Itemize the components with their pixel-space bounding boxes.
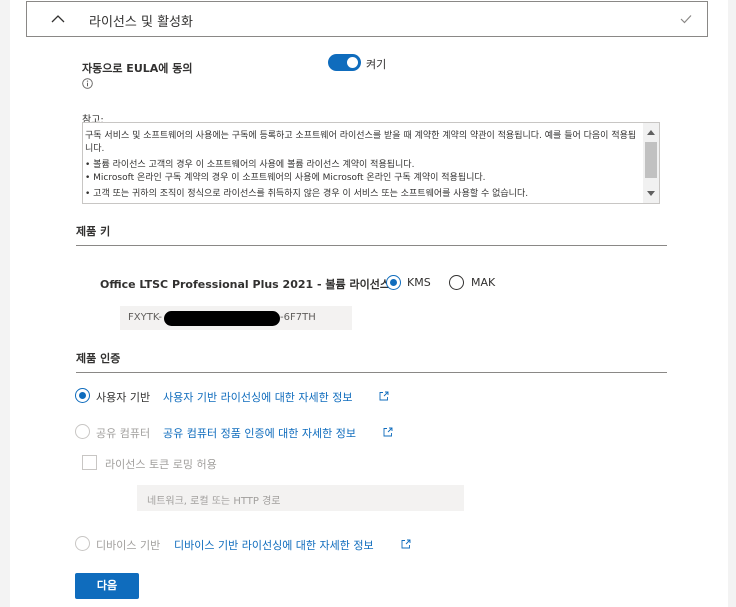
license-path-placeholder: 네트워크, 로컬 또는 HTTP 경로 <box>147 496 281 507</box>
product-name: Office LTSC Professional Plus 2021 - 볼륨 … <box>100 278 390 291</box>
scroll-thumb[interactable] <box>645 142 657 178</box>
product-key-section-title: 제품 키 <box>76 225 111 238</box>
scroll-down-icon[interactable] <box>647 191 655 196</box>
toggle-knob <box>347 57 358 68</box>
page-container <box>10 0 728 607</box>
note-scrollbar[interactable] <box>643 123 659 203</box>
user-based-label: 사용자 기반 <box>96 391 151 404</box>
external-link-icon <box>383 427 393 437</box>
external-link-icon <box>401 539 411 549</box>
device-based-radio[interactable] <box>75 536 90 551</box>
next-button[interactable]: 다음 <box>75 573 139 599</box>
note-paragraph: • 볼륨 라이선스 고객의 경우 이 소프트웨어의 사용에 볼륨 라이선스 계약… <box>85 160 486 183</box>
key-redaction <box>164 311 280 326</box>
eula-toggle[interactable] <box>328 54 361 71</box>
note-content: 구독 서비스 및 소프트웨어의 사용에는 구독에 등록하고 소프트웨어 라이선스… <box>85 130 643 203</box>
mak-radio[interactable] <box>449 275 464 290</box>
chevron-up-icon <box>51 15 65 23</box>
info-icon[interactable] <box>82 78 93 89</box>
note-textbox[interactable]: 구독 서비스 및 소프트웨어의 사용에는 구독에 등록하고 소프트웨어 라이선스… <box>82 122 660 204</box>
shared-computer-info-link[interactable]: 공유 컴퓨터 정품 인증에 대한 자세한 정보 <box>163 425 356 441</box>
eula-toggle-state: 켜기 <box>366 58 387 71</box>
mak-label: MAK <box>471 276 496 289</box>
note-paragraph: 구독 서비스 및 소프트웨어의 사용에는 구독에 등록하고 소프트웨어 라이선스… <box>85 131 637 154</box>
activation-section-title: 제품 인증 <box>76 352 121 365</box>
shared-computer-radio[interactable] <box>75 424 90 439</box>
checkmark-icon <box>680 15 692 24</box>
panel-title: 라이선스 및 활성화 <box>89 15 193 30</box>
product-key-field: FXYTK- -6F7TH <box>120 306 352 330</box>
license-path-input[interactable]: 네트워크, 로컬 또는 HTTP 경로 <box>137 485 464 511</box>
eula-label: 자동으로 EULA에 동의 <box>82 62 193 75</box>
kms-radio[interactable] <box>386 275 401 290</box>
divider <box>76 245 667 246</box>
shared-computer-label: 공유 컴퓨터 <box>96 427 151 440</box>
device-based-label: 디바이스 기반 <box>96 539 161 552</box>
key-prefix: FXYTK- <box>128 312 162 323</box>
license-activation-panel-header[interactable]: 라이선스 및 활성화 <box>26 1 708 37</box>
user-based-radio[interactable] <box>75 388 90 403</box>
scroll-up-icon[interactable] <box>647 130 655 135</box>
kms-label: KMS <box>407 276 431 289</box>
device-based-info-link[interactable]: 디바이스 기반 라이선싱에 대한 자세한 정보 <box>174 537 374 553</box>
key-suffix: -6F7TH <box>280 312 316 323</box>
external-link-icon <box>379 391 389 401</box>
token-roaming-checkbox[interactable] <box>82 455 97 470</box>
user-based-info-link[interactable]: 사용자 기반 라이선싱에 대한 자세한 정보 <box>163 389 353 405</box>
divider <box>76 372 667 373</box>
token-roaming-label: 라이선스 토큰 로밍 허용 <box>105 458 217 471</box>
note-paragraph: • 고객 또는 귀하의 조직이 정식으로 라이선스를 취득하지 않은 경우 이 … <box>85 189 529 199</box>
